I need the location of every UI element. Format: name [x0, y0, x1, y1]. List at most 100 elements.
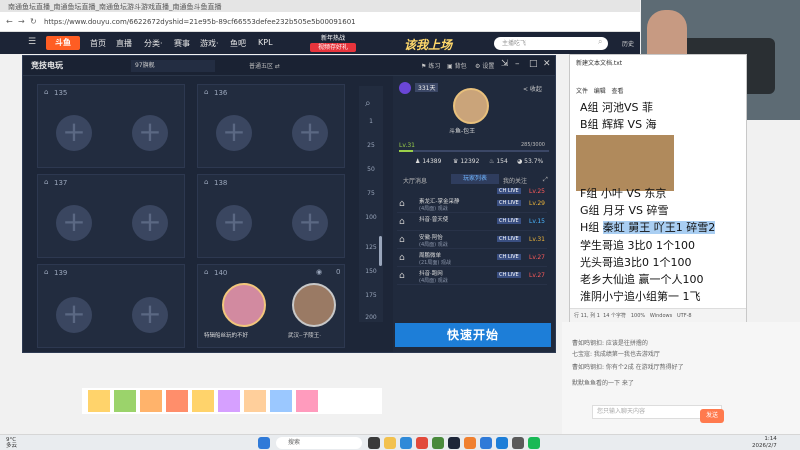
quick-start-button[interactable]: 快速开始 [395, 323, 551, 347]
list-item[interactable]: ⌂ 抖音·跑网 (4局面) 观战 CH LIVE Lv.27 [397, 268, 547, 285]
app-icon[interactable] [416, 437, 428, 449]
table-slot[interactable]: ⌂ 139 + + [37, 264, 185, 348]
collapse-button[interactable]: < 收起 [523, 84, 542, 93]
windows-start-icon[interactable] [258, 437, 270, 449]
menu-file[interactable]: 文件 [576, 88, 588, 95]
close-icon[interactable]: ✕ [543, 59, 551, 69]
weather-widget[interactable]: 9°C 多云 [6, 437, 17, 449]
plus-icon[interactable]: + [292, 115, 328, 151]
list-item[interactable]: ⌂ 安徽·阿怡 (4局面) 观战 CH LIVE Lv.31 [397, 232, 547, 249]
site-logo[interactable]: 斗鱼 [46, 36, 80, 50]
expand-icon[interactable]: ⤢ [543, 176, 548, 184]
plus-icon[interactable]: + [132, 297, 168, 333]
search-icon[interactable]: ⌕ [365, 98, 371, 109]
url-input[interactable]: https://www.douyu.com/6622672dyshid=21e9… [44, 16, 604, 29]
site-search-input[interactable]: 主播吃飞 [494, 37, 608, 50]
hot-event-badge[interactable]: 新年热战 视频存好礼 [310, 34, 356, 52]
practice-button[interactable]: ⚑ 练习 [421, 61, 440, 70]
minimize-icon[interactable]: – [515, 59, 520, 69]
app-icon[interactable] [512, 437, 524, 449]
list-item[interactable]: ⌂ 周鹏微单 (21局面) 观战 CH LIVE Lv.27 [397, 250, 547, 267]
list-item[interactable]: ⌂ 抖音·曾天使 CH LIVE Lv.15 [397, 214, 547, 231]
nav-category[interactable]: 分类· [144, 38, 163, 49]
selected-text[interactable]: 秦虹 舅王 吖王1 碎雪2 [602, 221, 716, 234]
backpack-button[interactable]: ▣ 背包 [447, 61, 467, 70]
back-icon[interactable]: ← [6, 17, 13, 26]
gift-icon[interactable] [88, 390, 110, 412]
taskbar: 9°C 多云 搜索 1:14 2026/2/7 [0, 434, 800, 450]
promo-banner[interactable]: 该我上场 [404, 36, 452, 53]
browser-tabs[interactable]: 南通鱼坛直播_南通鱼坛直播_南通鱼坛游斗游戏直播_南通鱼斗鱼直播 [0, 0, 640, 12]
pager-item[interactable]: 75 [359, 190, 383, 197]
fullscreen-icon[interactable]: ⇲ [501, 59, 509, 69]
nav-live[interactable]: 直播 [116, 38, 132, 49]
tab-following[interactable]: 我的关注 [503, 176, 527, 185]
avatar[interactable] [453, 88, 489, 124]
plus-icon[interactable]: + [56, 115, 92, 151]
search-icon[interactable]: ⌕ [598, 37, 602, 47]
room-mode[interactable]: 普通五区 ⇄ [249, 61, 280, 70]
tab-player-list[interactable]: 玩家列表 [451, 174, 499, 184]
edge-icon[interactable] [400, 437, 412, 449]
pager-item[interactable]: 50 [359, 166, 383, 173]
room-selector[interactable]: 97旗舰 [131, 60, 215, 72]
pager-item[interactable]: 150 [359, 268, 383, 275]
gift-icon[interactable] [140, 390, 162, 412]
nav-events[interactable]: 赛事 [174, 38, 190, 49]
menu-view[interactable]: 查看 [612, 88, 624, 95]
plus-icon[interactable]: + [132, 205, 168, 241]
pager-item[interactable]: 25 [359, 142, 383, 149]
plus-icon[interactable]: + [292, 205, 328, 241]
spectator-count: 0 [336, 268, 341, 276]
tab-lobby-messages[interactable]: 大厅消息 [403, 176, 427, 185]
pager-scrollbar[interactable] [379, 236, 382, 266]
app-icon[interactable] [496, 437, 508, 449]
douyu-icon[interactable] [464, 437, 476, 449]
task-view-icon[interactable] [368, 437, 380, 449]
app-icon[interactable] [480, 437, 492, 449]
system-clock[interactable]: 1:14 2026/2/7 [752, 436, 777, 450]
settings-button[interactable]: ⚙ 设置 [475, 61, 494, 70]
nav-home[interactable]: 首页 [90, 38, 106, 49]
gift-icon[interactable] [270, 390, 292, 412]
pager-item[interactable]: 1 [359, 118, 383, 125]
player-avatar[interactable] [222, 283, 266, 327]
plus-icon[interactable]: + [216, 205, 252, 241]
maximize-icon[interactable]: □ [529, 59, 538, 69]
gift-icon[interactable] [114, 390, 136, 412]
pager-item[interactable]: 175 [359, 292, 383, 299]
gift-icon[interactable] [296, 390, 318, 412]
send-button[interactable]: 发送 [700, 409, 724, 423]
menu-icon[interactable]: ☰ [28, 37, 36, 47]
plus-icon[interactable]: + [132, 115, 168, 151]
table-slot[interactable]: ⌂ 136 + + [197, 84, 345, 168]
nav-kpl[interactable]: KPL [258, 38, 273, 47]
forward-icon[interactable]: → [18, 17, 25, 26]
table-slot-occupied[interactable]: ⌂ 140 ◉ 0 特辑船丝玩的不好 武汉-·子陵王· [197, 264, 345, 348]
app-icon[interactable] [432, 437, 444, 449]
pager-item[interactable]: 200 [359, 314, 383, 321]
plus-icon[interactable]: + [56, 205, 92, 241]
gift-icon[interactable] [166, 390, 188, 412]
plus-icon[interactable]: + [216, 115, 252, 151]
nav-fishbar[interactable]: 鱼吧 [230, 38, 246, 49]
table-slot[interactable]: ⌂ 135 + + [37, 84, 185, 168]
list-item[interactable]: ⌂ 素龙汇-掌金采静 (4局面) 观战 CH LIVE Lv.29 [397, 196, 547, 213]
list-item-partial[interactable]: CH LIVE Lv.25 [397, 188, 547, 195]
plus-icon[interactable]: + [56, 297, 92, 333]
table-slot[interactable]: ⌂ 137 + + [37, 174, 185, 258]
player-avatar[interactable] [292, 283, 336, 327]
history-link[interactable]: 历史 [622, 39, 634, 48]
game-client-icon[interactable] [448, 437, 460, 449]
wechat-icon[interactable] [528, 437, 540, 449]
gift-icon[interactable] [244, 390, 266, 412]
gift-icon[interactable] [192, 390, 214, 412]
refresh-icon[interactable]: ↻ [30, 17, 37, 26]
pager-item[interactable]: 100 [359, 214, 383, 221]
gift-icon[interactable] [218, 390, 240, 412]
menu-edit[interactable]: 编辑 [594, 88, 606, 95]
taskbar-search[interactable]: 搜索 [276, 437, 362, 449]
table-slot[interactable]: ⌂ 138 + + [197, 174, 345, 258]
nav-games[interactable]: 游戏· [200, 38, 219, 49]
file-explorer-icon[interactable] [384, 437, 396, 449]
